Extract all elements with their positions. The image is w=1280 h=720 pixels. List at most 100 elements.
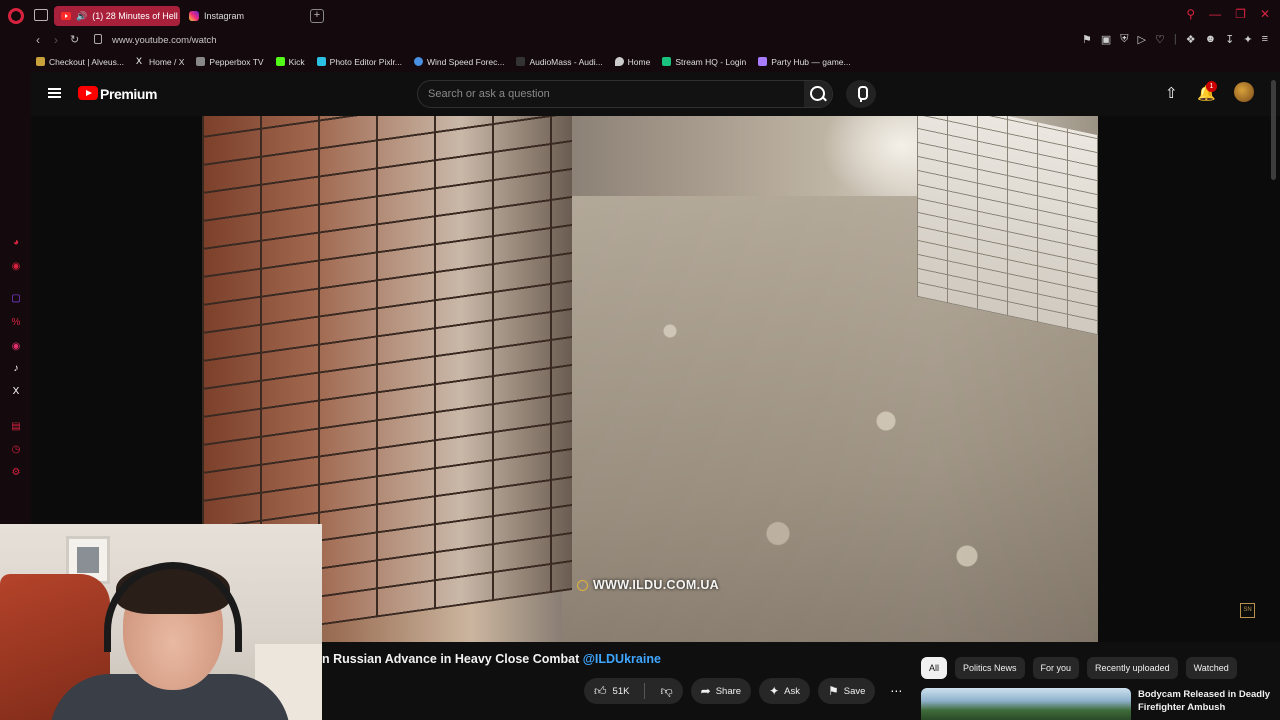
like-button[interactable]: 👍︎ 51K (584, 678, 639, 704)
url-field[interactable]: www.youtube.com/watch (112, 35, 217, 46)
youtube-header: Premium ⇧ 🔔 1 (31, 72, 1280, 116)
forward-icon[interactable]: › (54, 33, 58, 47)
lock-icon[interactable] (94, 34, 102, 44)
x-icon[interactable]: X (11, 387, 21, 397)
bookmark-item[interactable]: Pepperbox TV (196, 57, 264, 67)
search-icon[interactable] (804, 81, 832, 107)
partyhub-icon (758, 57, 768, 66)
settings-icon[interactable]: ⚙ (11, 468, 21, 478)
save-button[interactable]: ⚑ Save (817, 678, 876, 704)
reload-icon[interactable]: ↻ (70, 33, 79, 46)
video-info: n Russian Advance in Heavy Close Combat … (322, 642, 1280, 720)
like-count: 51K (612, 685, 630, 697)
chip-politics-news[interactable]: Politics News (955, 657, 1025, 679)
notification-badge: 1 (1206, 81, 1217, 92)
bookmark-save-icon: ⚑ (827, 684, 839, 698)
bookmark-favicon-icon (196, 57, 206, 66)
percent-icon[interactable]: % (11, 318, 21, 328)
thumbs-up-icon: 👍︎ (594, 684, 607, 698)
video-title-text: n Russian Advance in Heavy Close Combat (322, 652, 583, 666)
bookmark-item[interactable]: Wind Speed Forec... (413, 57, 504, 67)
microphone-icon[interactable] (846, 80, 876, 108)
bookmark-item[interactable]: X Home / X (136, 57, 184, 67)
close-icon[interactable]: ✕ (1260, 7, 1270, 21)
extensions-icon[interactable]: ❖ (1186, 33, 1196, 46)
speaker-icon[interactable]: 🔊 (76, 11, 87, 22)
bookmark-item[interactable]: Stream HQ - Login (662, 57, 746, 67)
thumbs-down-icon: 👎︎ (660, 684, 673, 698)
bookmarks-bar: Checkout | Alveus... X Home / X Pepperbox… (0, 51, 1280, 72)
bookmark-favicon-icon (36, 57, 45, 66)
history-icon[interactable]: ◷ (11, 445, 21, 455)
globe-icon (577, 579, 588, 591)
aria-icon[interactable]: ✦ (1243, 33, 1252, 46)
ask-button[interactable]: ✦ Ask (759, 678, 810, 704)
wind-icon (413, 57, 423, 66)
recommendation-chips: All Politics News For you Recently uploa… (921, 657, 1237, 679)
dislike-button[interactable]: 👎︎ (650, 678, 682, 704)
bookmark-item[interactable]: AudioMass - Audi... (516, 57, 603, 67)
search-input[interactable] (428, 86, 798, 102)
video-title: n Russian Advance in Heavy Close Combat … (322, 652, 661, 666)
aria-sidebar-icon[interactable]: ◕ (11, 238, 21, 248)
bookmark-item[interactable]: Checkout | Alveus... (36, 57, 124, 67)
bookmark-item[interactable]: Kick (275, 57, 305, 67)
tab-overview-icon[interactable] (34, 9, 48, 21)
kick-logo-icon (275, 57, 285, 66)
tiktok-icon[interactable]: ♪ (11, 364, 21, 374)
address-bar: ‹ › ↻ www.youtube.com/watch ⚑ ▣ ⛨ ▷ ♡ | … (0, 31, 1280, 51)
upload-icon[interactable]: ⇧ (1165, 84, 1178, 102)
opera-logo-icon[interactable] (8, 8, 24, 24)
share-button[interactable]: ➦ Share (690, 678, 752, 704)
bookmark-icon[interactable]: ⚑ (1082, 33, 1092, 46)
x-logo-icon: X (135, 56, 142, 66)
menu-icon[interactable]: ≡ (1262, 33, 1268, 46)
audiomass-icon (516, 57, 526, 66)
play-icon[interactable]: ▷ (1137, 33, 1145, 46)
recommendation-thumbnail[interactable] (921, 688, 1131, 720)
like-dislike-group: 👍︎ 51K 👎︎ (584, 678, 683, 704)
profile-icon[interactable]: ☻ (1205, 33, 1217, 46)
channel-watermark-logo[interactable]: SN (1240, 603, 1255, 618)
twitch-icon[interactable]: ▢ (11, 294, 21, 304)
hamburger-menu-icon[interactable] (48, 88, 61, 98)
search-tabs-icon[interactable]: ⚲ (1186, 7, 1195, 21)
chip-for-you[interactable]: For you (1032, 657, 1080, 679)
streamhq-icon (662, 57, 672, 66)
white-brick-wall (917, 116, 1098, 336)
back-icon[interactable]: ‹ (36, 33, 40, 47)
recommendation-title[interactable]: Bodycam Released in Deadly Firefighter A… (1138, 688, 1278, 714)
page-scrollbar[interactable] (1271, 80, 1276, 180)
chip-watched[interactable]: Watched (1185, 657, 1237, 679)
more-actions-icon[interactable]: ⋯ (883, 678, 909, 704)
minimize-icon[interactable]: — (1209, 7, 1221, 21)
bookmark-item[interactable]: Photo Editor Pixlr... (316, 57, 402, 67)
shield-icon[interactable]: ⛨ (1120, 33, 1128, 46)
youtube-logo-icon[interactable] (78, 86, 98, 100)
avatar[interactable] (1234, 82, 1254, 102)
channel-handle-link[interactable]: @ILDUkraine (583, 652, 661, 666)
snapshot-icon[interactable]: ▣ (1101, 33, 1111, 46)
instagram-icon[interactable]: ◉ (11, 342, 21, 352)
save-label: Save (843, 685, 866, 697)
youtube-premium-label[interactable]: Premium (100, 86, 158, 102)
messenger-icon[interactable]: ◉ (11, 262, 21, 272)
chip-all[interactable]: All (921, 657, 948, 679)
sparkle-icon: ✦ (769, 684, 780, 698)
video-frame[interactable]: WWW.ILDU.COM.UA (202, 116, 1098, 642)
bookmark-item[interactable]: Home (614, 57, 650, 67)
video-watermark: WWW.ILDU.COM.UA (577, 578, 719, 592)
new-tab-button[interactable]: + (310, 9, 324, 23)
tab-youtube[interactable]: 🔊 (1) 28 Minutes of Hell - (54, 6, 180, 26)
chip-recently-uploaded[interactable]: Recently uploaded (1087, 657, 1178, 679)
restore-icon[interactable]: ❐ (1235, 7, 1246, 21)
youtube-favicon-icon (61, 12, 71, 20)
watermark-text: WWW.ILDU.COM.UA (593, 578, 720, 592)
download-icon[interactable]: ↧ (1225, 33, 1234, 46)
tab-instagram[interactable]: Instagram (182, 6, 292, 26)
bookmark-item[interactable]: Party Hub — game... (758, 57, 851, 67)
webcam-overlay (0, 524, 322, 720)
pinboard-icon[interactable]: ▤ (11, 422, 21, 432)
heart-icon[interactable]: ♡ (1155, 33, 1165, 46)
window-controls: ⚲ — ❐ ✕ (1186, 7, 1270, 21)
